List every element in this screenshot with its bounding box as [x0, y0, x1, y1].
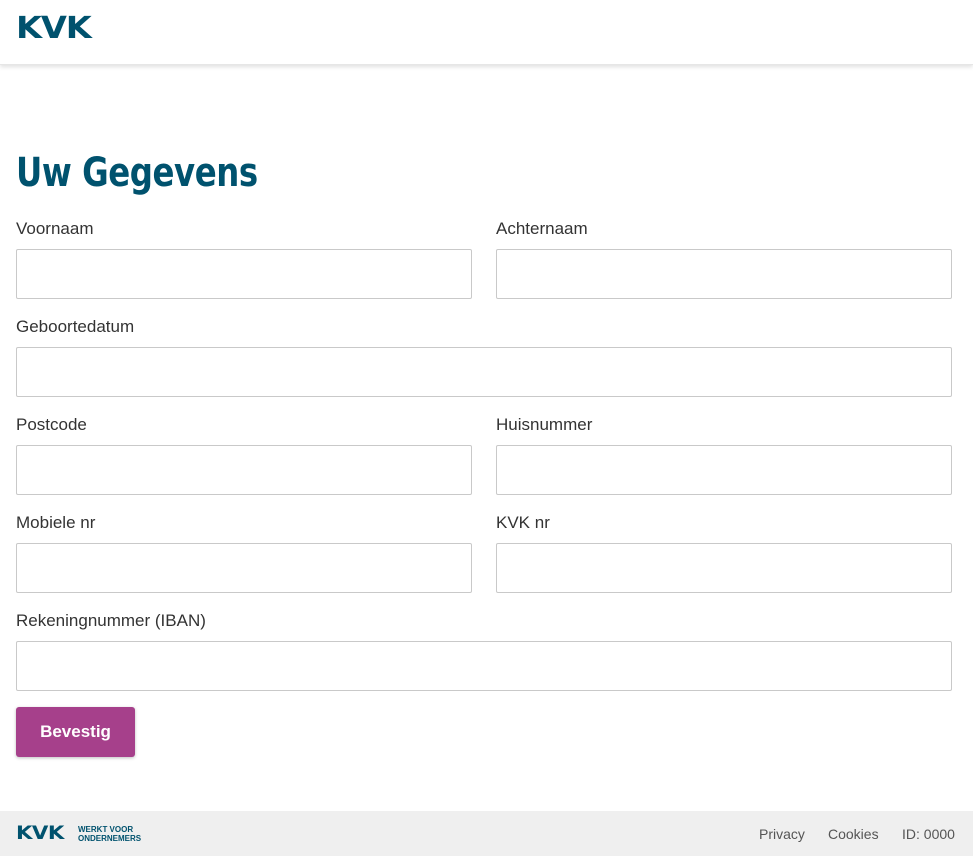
mobiele-nr-label: Mobiele nr	[16, 513, 96, 532]
footer-tagline: WERKT VOOR ONDERNEMERS	[78, 825, 142, 843]
site-header: KVK	[0, 0, 973, 65]
achternaam-input[interactable]	[496, 249, 952, 299]
postcode-label: Postcode	[16, 415, 87, 434]
mobiele-nr-input[interactable]	[16, 543, 472, 593]
privacy-link[interactable]: Privacy	[759, 826, 805, 842]
iban-input[interactable]	[16, 641, 952, 691]
postcode-input[interactable]	[16, 445, 472, 495]
page-id-text: ID: 0000	[902, 826, 955, 842]
kvk-nr-label: KVK nr	[496, 513, 550, 532]
site-footer: KVK WERKT VOOR ONDERNEMERS Privacy Cooki…	[0, 811, 973, 856]
kvk-logo[interactable]: KVK	[16, 14, 92, 44]
tagline-line-2: ONDERNEMERS	[78, 833, 142, 843]
huisnummer-input[interactable]	[496, 445, 952, 495]
page-title: Uw Gegevens	[16, 150, 258, 196]
geboortedatum-input[interactable]	[16, 347, 952, 397]
footer-kvk-logo[interactable]: KVK	[16, 823, 64, 843]
voornaam-input[interactable]	[16, 249, 472, 299]
geboortedatum-label: Geboortedatum	[16, 317, 135, 336]
achternaam-label: Achternaam	[496, 219, 588, 238]
cookies-link[interactable]: Cookies	[828, 826, 879, 842]
bevestig-button[interactable]: Bevestig	[16, 707, 135, 757]
voornaam-label: Voornaam	[16, 219, 94, 238]
huisnummer-label: Huisnummer	[496, 415, 593, 434]
kvk-nr-input[interactable]	[496, 543, 952, 593]
iban-label: Rekeningnummer (IBAN)	[16, 611, 206, 630]
